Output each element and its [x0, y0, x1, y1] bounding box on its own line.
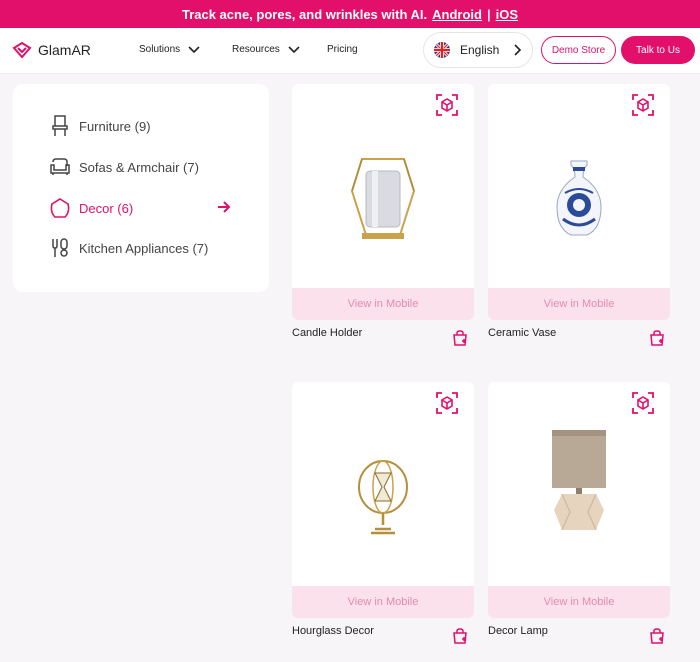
category-kitchen[interactable]: Kitchen Appliances (7) [49, 234, 249, 262]
nav-pricing[interactable]: Pricing [327, 44, 358, 55]
category-furniture[interactable]: Furniture (9) [49, 112, 249, 140]
category-sofas[interactable]: Sofas & Armchair (7) [49, 153, 249, 181]
add-to-cart-icon[interactable] [649, 330, 665, 346]
category-decor[interactable]: Decor (6) [49, 194, 249, 222]
chevron-down-icon [188, 45, 200, 53]
nav-solutions-label: Solutions [139, 44, 181, 55]
arrow-right-icon [218, 201, 231, 213]
product-name[interactable]: Ceramic Vase [488, 327, 556, 339]
category-label: Furniture (9) [79, 118, 151, 134]
product-image [488, 398, 670, 568]
view-in-mobile-button[interactable]: View in Mobile [292, 288, 474, 320]
product-image [292, 422, 474, 572]
category-label: Decor (6) [79, 200, 134, 216]
chair-icon [52, 115, 68, 136]
ceramic-vase-image [556, 160, 602, 236]
ar-view-icon[interactable] [436, 94, 458, 116]
product-name[interactable]: Candle Holder [292, 327, 362, 339]
product-name[interactable]: Hourglass Decor [292, 625, 374, 637]
hourglass-decor-image [358, 460, 408, 535]
nav-solutions[interactable]: Solutions [139, 44, 200, 55]
language-label: English [460, 43, 500, 57]
nav-resources-label: Resources [232, 44, 280, 55]
add-to-cart-icon[interactable] [452, 330, 468, 346]
category-label: Sofas & Armchair (7) [79, 159, 199, 175]
view-in-mobile-button[interactable]: View in Mobile [488, 586, 670, 618]
add-to-cart-icon[interactable] [649, 628, 665, 644]
utensils-icon [52, 238, 68, 257]
uk-flag-icon [434, 42, 450, 58]
brand-logo[interactable]: GlamAR [12, 41, 91, 59]
glamar-logo-icon [12, 41, 32, 59]
decor-lamp-image [552, 430, 606, 531]
chevron-right-icon [514, 44, 522, 56]
talk-to-us-button[interactable]: Talk to Us [621, 36, 695, 64]
chevron-down-icon [288, 45, 300, 53]
product-name[interactable]: Decor Lamp [488, 625, 548, 637]
promo-text: Track acne, pores, and wrinkles with AI. [181, 6, 428, 22]
category-label: Kitchen Appliances (7) [79, 240, 209, 256]
add-to-cart-icon[interactable] [452, 628, 468, 644]
product-card[interactable]: View in Mobile [488, 382, 670, 618]
language-selector[interactable]: English [423, 32, 533, 68]
top-navigation: GlamAR Solutions Resources Pricing Engli… [0, 28, 700, 74]
demo-store-button[interactable]: Demo Store [541, 36, 616, 64]
android-link[interactable]: Android [432, 7, 482, 22]
category-sidebar: Furniture (9) Sofas & Armchair (7) Decor… [13, 84, 269, 292]
product-card[interactable]: View in Mobile [488, 84, 670, 320]
product-card[interactable]: View in Mobile [292, 84, 474, 320]
product-card[interactable]: View in Mobile [292, 382, 474, 618]
nav-pricing-label: Pricing [327, 44, 358, 55]
brand-name: GlamAR [38, 42, 91, 58]
view-in-mobile-button[interactable]: View in Mobile [292, 586, 474, 618]
nav-resources[interactable]: Resources [232, 44, 300, 55]
promo-separator: | [486, 6, 491, 22]
decor-icon [50, 198, 70, 218]
ar-view-icon[interactable] [632, 94, 654, 116]
view-in-mobile-button[interactable]: View in Mobile [488, 288, 670, 320]
sofa-icon [50, 158, 70, 175]
product-image [488, 124, 670, 274]
ios-link[interactable]: iOS [496, 7, 518, 22]
candle-holder-image [350, 158, 416, 239]
promo-banner: Track acne, pores, and wrinkles with AI.… [0, 0, 700, 28]
product-image [292, 124, 474, 274]
ar-view-icon[interactable] [436, 392, 458, 414]
